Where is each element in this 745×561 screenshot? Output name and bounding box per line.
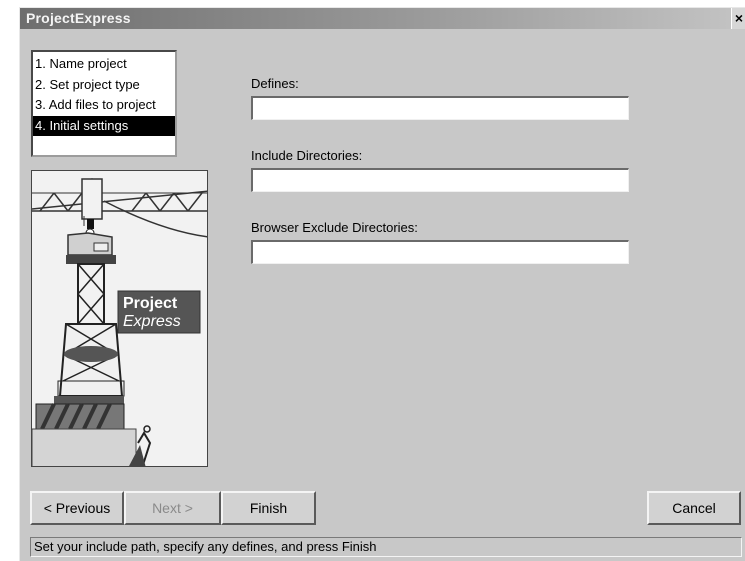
wizard-steps-list[interactable]: 1. Name project 2. Set project type 3. A… [31, 50, 177, 157]
window-title: ProjectExpress [26, 10, 131, 26]
defines-input[interactable] [251, 96, 629, 120]
browser-exclude-directories-input[interactable] [251, 240, 629, 264]
next-button[interactable]: Next > [124, 491, 221, 525]
cancel-button[interactable]: Cancel [647, 491, 741, 525]
project-express-illustration: Project Express [31, 170, 208, 467]
step-item-initial-settings[interactable]: 4. Initial settings [33, 115, 175, 136]
crane-illustration: Project Express [32, 178, 207, 466]
close-button[interactable]: × [731, 8, 745, 29]
browser-exclude-directories-label: Browser Exclude Directories: [251, 220, 418, 235]
include-directories-input[interactable] [251, 168, 629, 192]
include-directories-label: Include Directories: [251, 148, 363, 163]
step-item-add-files[interactable]: 3. Add files to project [33, 95, 175, 116]
previous-button[interactable]: < Previous [30, 491, 124, 525]
title-bar[interactable]: ProjectExpress × [20, 8, 745, 29]
project-express-dialog: ProjectExpress × 1. Name project 2. Set … [19, 7, 745, 561]
finish-button[interactable]: Finish [221, 491, 316, 525]
status-bar: Set your include path, specify any defin… [30, 537, 742, 557]
logo-text-express: Express [123, 313, 181, 330]
step-item-set-project-type[interactable]: 2. Set project type [33, 75, 175, 96]
defines-label: Defines: [251, 76, 299, 91]
step-item-name-project[interactable]: 1. Name project [33, 54, 175, 75]
logo-text-project: Project [123, 295, 178, 312]
